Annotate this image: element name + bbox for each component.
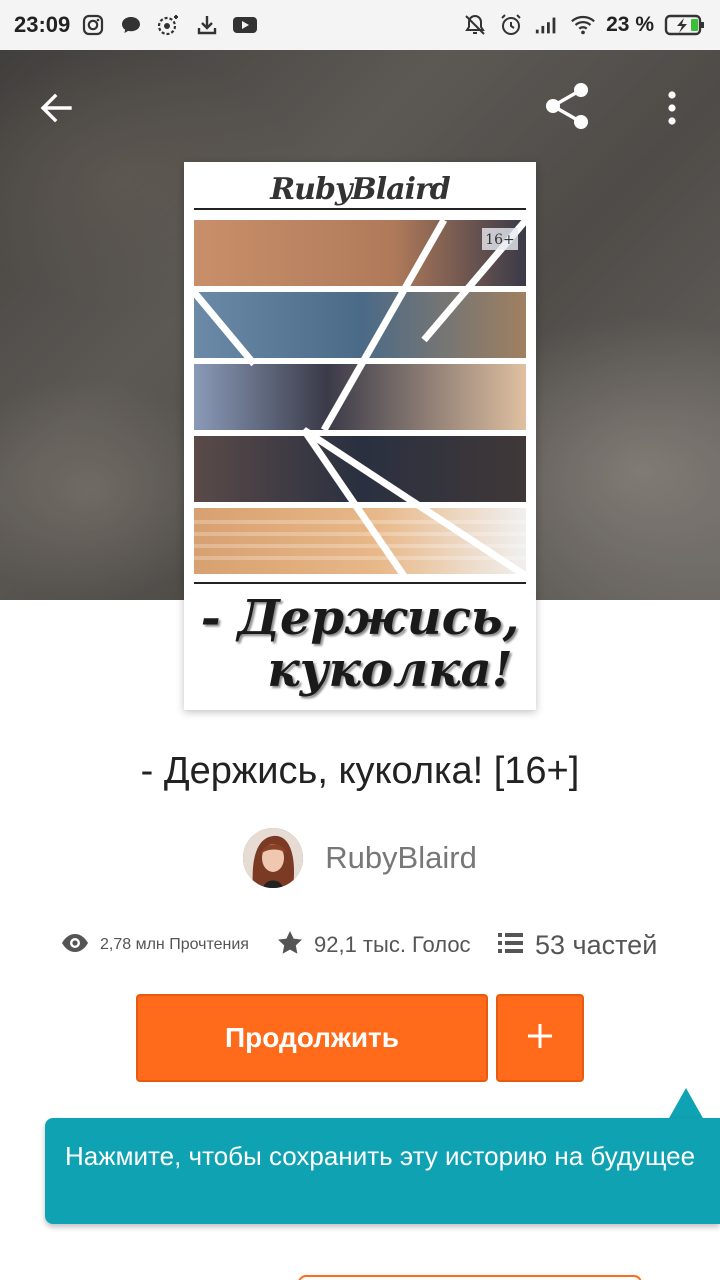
more-options-button[interactable] bbox=[652, 84, 692, 136]
reads-count: 2,78 млн Прочтения bbox=[100, 936, 249, 953]
author-link[interactable]: RubyBlaird bbox=[0, 828, 720, 888]
cover-age-badge: 16+ bbox=[485, 232, 515, 248]
next-section-button-edge[interactable] bbox=[298, 1275, 642, 1280]
tooltip-text: Нажмите, чтобы сохранить эту историю на … bbox=[65, 1141, 696, 1171]
stat-reads: 2,78 млн Прочтения bbox=[60, 922, 249, 968]
cover-title-line2: куколка! bbox=[267, 642, 513, 698]
plus-icon bbox=[525, 1021, 555, 1056]
alarm-icon bbox=[498, 12, 524, 38]
votes-count: 92,1 тыс. Голос bbox=[314, 932, 471, 957]
share-icon bbox=[543, 81, 593, 136]
wifi-icon bbox=[570, 12, 596, 38]
add-to-library-button[interactable] bbox=[496, 994, 584, 1082]
cover-collage: 16+ bbox=[194, 220, 526, 576]
stat-parts: 53 частей bbox=[497, 922, 657, 968]
vpn-icon bbox=[156, 12, 182, 38]
download-icon bbox=[194, 12, 220, 38]
save-story-tooltip[interactable]: Нажмите, чтобы сохранить эту историю на … bbox=[45, 1118, 720, 1224]
instagram-icon bbox=[80, 12, 106, 38]
youtube-icon bbox=[232, 12, 258, 38]
muted-bell-icon bbox=[462, 12, 488, 38]
back-button[interactable] bbox=[30, 84, 82, 136]
cover-rule-top bbox=[194, 208, 526, 210]
tooltip-arrow bbox=[668, 1088, 704, 1120]
stat-votes: 92,1 тыс. Голос bbox=[276, 922, 471, 968]
share-button[interactable] bbox=[540, 80, 596, 136]
battery-charging-icon bbox=[664, 12, 706, 38]
chat-bubble-icon bbox=[118, 12, 144, 38]
story-stats: 2,78 млн Прочтения 92,1 тыс. Голос 53 ча… bbox=[0, 922, 720, 968]
story-cover[interactable]: RubyBlaird 16+ - Держись, куколка! bbox=[184, 162, 536, 710]
signal-icon bbox=[534, 12, 560, 38]
cover-author-script: RubyBlaird bbox=[270, 172, 451, 207]
notification-icons bbox=[80, 12, 258, 38]
story-title: - Держись, куколка! [16+] bbox=[140, 750, 580, 792]
eye-icon bbox=[60, 932, 90, 959]
system-icons: 23 % bbox=[462, 12, 706, 38]
author-name[interactable]: RubyBlaird bbox=[325, 840, 477, 876]
more-vertical-icon bbox=[666, 90, 678, 131]
author-avatar[interactable] bbox=[243, 828, 304, 888]
star-icon bbox=[276, 929, 304, 962]
parts-count: 53 частей bbox=[535, 929, 658, 960]
status-time: 23:09 bbox=[14, 12, 71, 37]
arrow-left-icon bbox=[38, 90, 74, 131]
status-bar: 23:09 23 % bbox=[0, 0, 720, 50]
cover-rule-bottom bbox=[194, 582, 526, 584]
battery-percent: 23 % bbox=[606, 13, 654, 36]
list-icon bbox=[497, 931, 525, 960]
cover-title-line1: - Держись, bbox=[200, 590, 520, 646]
continue-reading-button[interactable]: Продолжить bbox=[136, 994, 488, 1082]
